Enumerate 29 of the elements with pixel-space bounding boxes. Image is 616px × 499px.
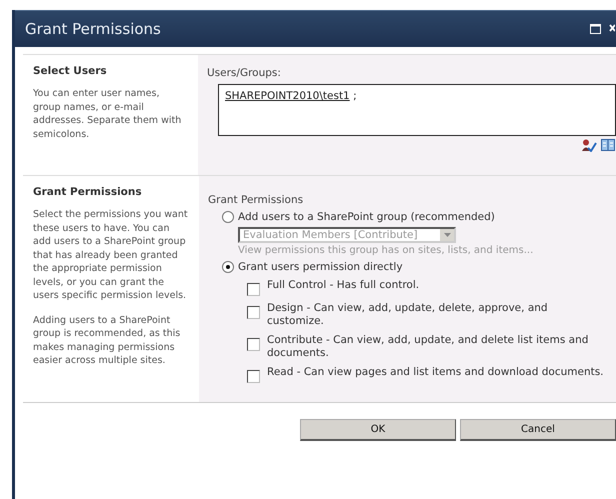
section-heading: Grant Permissions: [33, 186, 143, 198]
maximize-icon[interactable]: [590, 24, 601, 34]
radio-button[interactable]: [222, 211, 234, 223]
option-label[interactable]: Add users to a SharePoint group (recommended): [238, 211, 495, 223]
permission-label[interactable]: Design - Can view, add, update, delete, approve, and customize.: [267, 302, 607, 328]
section-heading: Select Users: [33, 65, 108, 77]
users-field[interactable]: SHAREPOINT2010\test1 ;: [218, 84, 616, 136]
check-names-icon[interactable]: [581, 139, 597, 152]
field-label: Grant Permissions: [208, 194, 304, 206]
close-icon[interactable]: [609, 24, 615, 34]
field-label: Users/Groups:: [207, 67, 282, 79]
option-label[interactable]: Grant users permission directly: [238, 261, 403, 273]
checkbox[interactable]: [247, 338, 260, 351]
checkbox[interactable]: [247, 370, 260, 383]
hint-text: View permissions this group has on sites, lists, and items...: [238, 245, 534, 256]
permission-label[interactable]: Full Control - Has full control.: [267, 279, 607, 292]
checkbox[interactable]: [247, 283, 260, 296]
address-book-icon[interactable]: [601, 139, 615, 151]
ok-button[interactable]: OK: [300, 419, 456, 441]
help-text: Adding users to a SharePoint group is recommended, as this makes managing permissions easier across multiple sites.: [33, 314, 182, 368]
radio-button[interactable]: [222, 261, 234, 273]
dropdown-arrow-icon: [444, 233, 450, 237]
cancel-button[interactable]: Cancel: [460, 419, 616, 441]
help-text: Select the permissions you want these users to have. You can add users to a SharePoint group that has already been granted the appropriate permission levels, or you can grant the users specific permission levels.: [33, 208, 189, 302]
help-text: You can enter user names, group names, or e-mail addresses. Separate them with semicolons.: [33, 87, 182, 141]
permission-label[interactable]: Contribute - Can view, add, update, and delete list items and documents.: [267, 334, 607, 360]
window-title: Grant Permissions: [25, 20, 162, 38]
checkbox[interactable]: [247, 306, 260, 319]
permission-label[interactable]: Read - Can view pages and list items and download documents.: [267, 366, 607, 379]
